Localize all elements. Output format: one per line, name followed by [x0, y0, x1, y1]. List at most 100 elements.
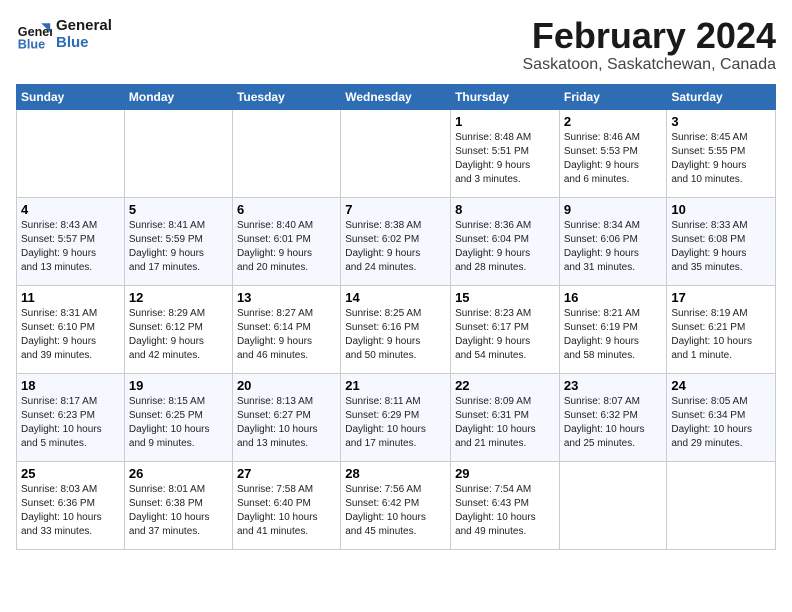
page-header: General Blue General Blue February 2024 …: [16, 16, 776, 74]
calendar-cell: 5 Sunrise: 8:41 AM Sunset: 5:59 PM Daylig…: [124, 197, 232, 285]
logo-blue: Blue: [56, 34, 112, 51]
day-info: Sunrise: 8:05 AM Sunset: 6:34 PM Dayligh…: [671, 395, 771, 451]
calendar-cell: 11Sunrise: 8:31 AM Sunset: 6:10 PM Dayli…: [17, 285, 125, 373]
day-info: Sunrise: 8:01 AM Sunset: 6:38 PM Dayligh…: [129, 483, 228, 539]
day-number: 7: [345, 202, 446, 217]
day-info: Sunrise: 7:56 AM Sunset: 6:42 PM Dayligh…: [345, 483, 446, 539]
day-number: 28: [345, 466, 446, 481]
day-number: 17: [671, 290, 771, 305]
day-info: Sunrise: 8:11 AM Sunset: 6:29 PM Dayligh…: [345, 395, 446, 451]
calendar-cell: 6 Sunrise: 8:40 AM Sunset: 6:01 PM Daylig…: [232, 197, 340, 285]
day-info: Sunrise: 8:21 AM Sunset: 6:19 PM Dayligh…: [564, 307, 663, 363]
day-number: 8: [455, 202, 555, 217]
day-number: 24: [671, 378, 771, 393]
calendar-cell: 29Sunrise: 7:54 AM Sunset: 6:43 PM Dayli…: [451, 461, 560, 549]
day-number: 23: [564, 378, 663, 393]
day-info: Sunrise: 8:19 AM Sunset: 6:21 PM Dayligh…: [671, 307, 771, 363]
day-info: Sunrise: 8:41 AM Sunset: 5:59 PM Dayligh…: [129, 219, 228, 275]
day-number: 21: [345, 378, 446, 393]
calendar-table: SundayMondayTuesdayWednesdayThursdayFrid…: [16, 84, 776, 550]
calendar-cell: [232, 109, 340, 197]
day-info: Sunrise: 8:09 AM Sunset: 6:31 PM Dayligh…: [455, 395, 555, 451]
calendar-week-1: 1 Sunrise: 8:48 AM Sunset: 5:51 PM Daylig…: [17, 109, 776, 197]
day-info: Sunrise: 8:27 AM Sunset: 6:14 PM Dayligh…: [237, 307, 336, 363]
calendar-cell: 17 Sunrise: 8:19 AM Sunset: 6:21 PM Dayli…: [667, 285, 776, 373]
day-info: Sunrise: 8:25 AM Sunset: 6:16 PM Dayligh…: [345, 307, 446, 363]
calendar-cell: 15 Sunrise: 8:23 AM Sunset: 6:17 PM Dayli…: [451, 285, 560, 373]
day-info: Sunrise: 8:38 AM Sunset: 6:02 PM Dayligh…: [345, 219, 446, 275]
header-friday: Friday: [559, 84, 667, 109]
calendar-cell: 18Sunrise: 8:17 AM Sunset: 6:23 PM Dayli…: [17, 373, 125, 461]
calendar-cell: 2 Sunrise: 8:46 AM Sunset: 5:53 PM Daylig…: [559, 109, 667, 197]
calendar-cell: 23 Sunrise: 8:07 AM Sunset: 6:32 PM Dayli…: [559, 373, 667, 461]
calendar-cell: 22Sunrise: 8:09 AM Sunset: 6:31 PM Dayli…: [451, 373, 560, 461]
calendar-cell: 10 Sunrise: 8:33 AM Sunset: 6:08 PM Dayli…: [667, 197, 776, 285]
day-number: 26: [129, 466, 228, 481]
day-info: Sunrise: 8:34 AM Sunset: 6:06 PM Dayligh…: [564, 219, 663, 275]
day-info: Sunrise: 8:33 AM Sunset: 6:08 PM Dayligh…: [671, 219, 771, 275]
day-number: 2: [564, 114, 663, 129]
day-info: Sunrise: 8:31 AM Sunset: 6:10 PM Dayligh…: [21, 307, 120, 363]
calendar-cell: 1 Sunrise: 8:48 AM Sunset: 5:51 PM Daylig…: [451, 109, 560, 197]
day-number: 13: [237, 290, 336, 305]
calendar-cell: 21 Sunrise: 8:11 AM Sunset: 6:29 PM Dayli…: [341, 373, 451, 461]
calendar-week-4: 18Sunrise: 8:17 AM Sunset: 6:23 PM Dayli…: [17, 373, 776, 461]
svg-text:Blue: Blue: [18, 37, 45, 51]
calendar-cell: 7 Sunrise: 8:38 AM Sunset: 6:02 PM Daylig…: [341, 197, 451, 285]
calendar-cell: [559, 461, 667, 549]
calendar-week-5: 25 Sunrise: 8:03 AM Sunset: 6:36 PM Dayli…: [17, 461, 776, 549]
calendar-cell: 13 Sunrise: 8:27 AM Sunset: 6:14 PM Dayli…: [232, 285, 340, 373]
day-info: Sunrise: 8:03 AM Sunset: 6:36 PM Dayligh…: [21, 483, 120, 539]
day-number: 12: [129, 290, 228, 305]
day-info: Sunrise: 7:58 AM Sunset: 6:40 PM Dayligh…: [237, 483, 336, 539]
calendar-cell: 4 Sunrise: 8:43 AM Sunset: 5:57 PM Daylig…: [17, 197, 125, 285]
calendar-cell: 27Sunrise: 7:58 AM Sunset: 6:40 PM Dayli…: [232, 461, 340, 549]
day-info: Sunrise: 8:36 AM Sunset: 6:04 PM Dayligh…: [455, 219, 555, 275]
logo-icon: General Blue: [16, 16, 52, 52]
day-info: Sunrise: 8:23 AM Sunset: 6:17 PM Dayligh…: [455, 307, 555, 363]
day-number: 15: [455, 290, 555, 305]
day-info: Sunrise: 8:07 AM Sunset: 6:32 PM Dayligh…: [564, 395, 663, 451]
day-info: Sunrise: 8:48 AM Sunset: 5:51 PM Dayligh…: [455, 131, 555, 187]
day-info: Sunrise: 8:40 AM Sunset: 6:01 PM Dayligh…: [237, 219, 336, 275]
day-number: 10: [671, 202, 771, 217]
calendar-cell: 9 Sunrise: 8:34 AM Sunset: 6:06 PM Daylig…: [559, 197, 667, 285]
title-area: February 2024 Saskatoon, Saskatchewan, C…: [523, 16, 777, 74]
day-number: 25: [21, 466, 120, 481]
calendar-cell: [667, 461, 776, 549]
header-sunday: Sunday: [17, 84, 125, 109]
location: Saskatoon, Saskatchewan, Canada: [523, 56, 777, 74]
calendar-week-3: 11Sunrise: 8:31 AM Sunset: 6:10 PM Dayli…: [17, 285, 776, 373]
day-info: Sunrise: 8:15 AM Sunset: 6:25 PM Dayligh…: [129, 395, 228, 451]
day-info: Sunrise: 8:46 AM Sunset: 5:53 PM Dayligh…: [564, 131, 663, 187]
calendar-cell: 20 Sunrise: 8:13 AM Sunset: 6:27 PM Dayli…: [232, 373, 340, 461]
calendar-cell: 28 Sunrise: 7:56 AM Sunset: 6:42 PM Dayli…: [341, 461, 451, 549]
day-number: 20: [237, 378, 336, 393]
day-number: 5: [129, 202, 228, 217]
day-number: 3: [671, 114, 771, 129]
header-tuesday: Tuesday: [232, 84, 340, 109]
calendar-cell: 3Sunrise: 8:45 AM Sunset: 5:55 PM Daylig…: [667, 109, 776, 197]
day-number: 29: [455, 466, 555, 481]
header-monday: Monday: [124, 84, 232, 109]
day-number: 19: [129, 378, 228, 393]
header-thursday: Thursday: [451, 84, 560, 109]
logo: General Blue General Blue: [16, 16, 112, 52]
calendar-cell: 26 Sunrise: 8:01 AM Sunset: 6:38 PM Dayli…: [124, 461, 232, 549]
day-number: 1: [455, 114, 555, 129]
day-info: Sunrise: 8:43 AM Sunset: 5:57 PM Dayligh…: [21, 219, 120, 275]
calendar-cell: [341, 109, 451, 197]
day-info: Sunrise: 8:13 AM Sunset: 6:27 PM Dayligh…: [237, 395, 336, 451]
calendar-cell: 8 Sunrise: 8:36 AM Sunset: 6:04 PM Daylig…: [451, 197, 560, 285]
day-number: 9: [564, 202, 663, 217]
day-number: 14: [345, 290, 446, 305]
day-info: Sunrise: 8:29 AM Sunset: 6:12 PM Dayligh…: [129, 307, 228, 363]
calendar-cell: [17, 109, 125, 197]
calendar-cell: 16Sunrise: 8:21 AM Sunset: 6:19 PM Dayli…: [559, 285, 667, 373]
day-number: 4: [21, 202, 120, 217]
calendar-cell: 12 Sunrise: 8:29 AM Sunset: 6:12 PM Dayli…: [124, 285, 232, 373]
calendar-cell: 19 Sunrise: 8:15 AM Sunset: 6:25 PM Dayli…: [124, 373, 232, 461]
calendar-cell: 24 Sunrise: 8:05 AM Sunset: 6:34 PM Dayli…: [667, 373, 776, 461]
day-info: Sunrise: 8:17 AM Sunset: 6:23 PM Dayligh…: [21, 395, 120, 451]
day-number: 6: [237, 202, 336, 217]
